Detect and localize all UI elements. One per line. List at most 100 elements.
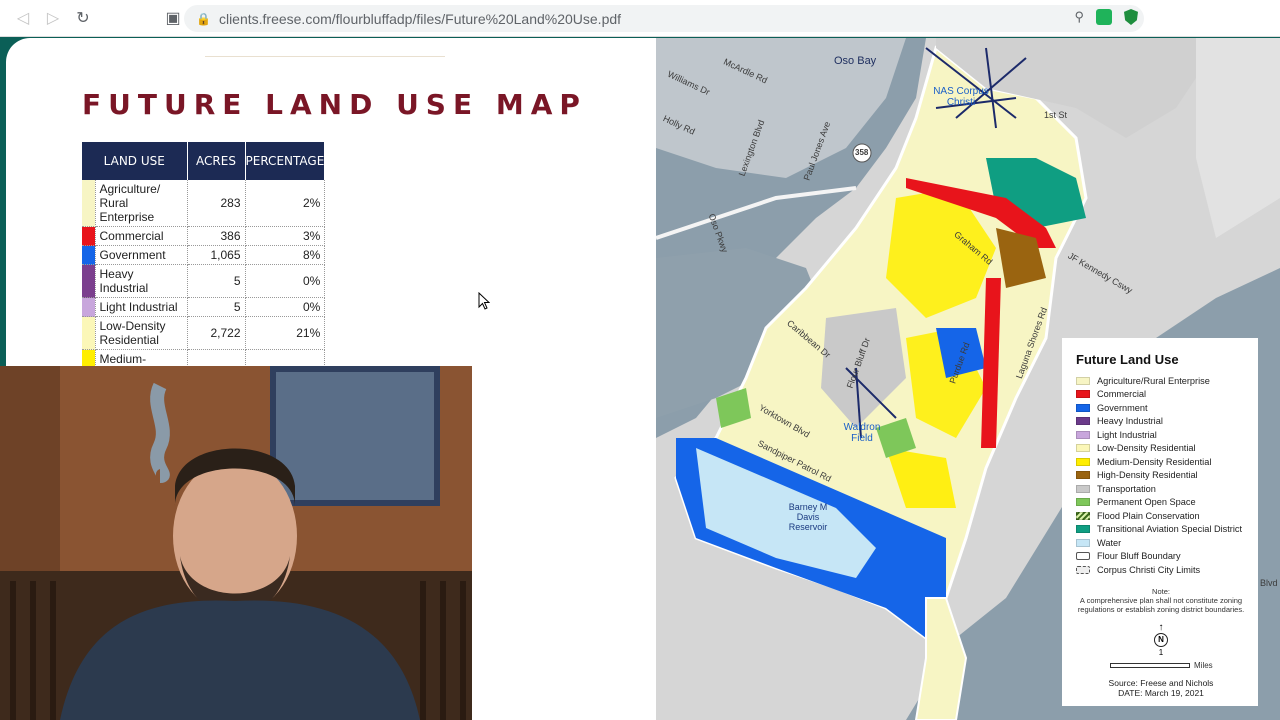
legend-label: Commercial bbox=[1097, 389, 1147, 400]
land-use-acres: 283 bbox=[187, 180, 246, 227]
land-use-name: Low-Density Residential bbox=[95, 316, 188, 350]
north-arrow-icon: ↑ N bbox=[1151, 622, 1171, 647]
north-label: N bbox=[1154, 632, 1168, 647]
land-use-table: LAND USE ACRES PERCENTAGE Agriculture/ R… bbox=[82, 142, 326, 369]
map-label-barney: Barney M Davis Reservoir bbox=[788, 502, 828, 532]
legend-swatch bbox=[1076, 390, 1090, 399]
legend-note: Note: A comprehensive plan shall not con… bbox=[1076, 587, 1246, 614]
legend-swatch bbox=[1076, 565, 1090, 574]
legend-swatch bbox=[1076, 457, 1090, 466]
legend-label: High-Density Residential bbox=[1097, 470, 1198, 481]
scale-bar: Miles bbox=[1110, 661, 1246, 670]
map-label-oso-bay: Oso Bay bbox=[834, 55, 877, 67]
legend-label: Low-Density Residential bbox=[1097, 443, 1196, 454]
map-label-nas: NAS Corpus Christi bbox=[933, 86, 989, 108]
land-use-swatch bbox=[82, 180, 96, 227]
map-legend: Future Land Use Agriculture/Rural Enterp… bbox=[1062, 338, 1258, 706]
legend-swatch bbox=[1076, 511, 1090, 520]
legend-label: Water bbox=[1097, 537, 1122, 548]
legend-item: Flour Bluff Boundary bbox=[1076, 550, 1246, 564]
legend-swatch bbox=[1076, 552, 1090, 561]
legend-swatch bbox=[1076, 471, 1090, 480]
land-use-percentage: 3% bbox=[245, 226, 326, 246]
header-percentage: PERCENTAGE bbox=[245, 142, 326, 180]
forward-arrow-icon[interactable]: ▷ bbox=[38, 3, 68, 33]
zoom-icon[interactable]: ⚲ bbox=[1074, 9, 1084, 25]
land-use-name: Heavy Industrial bbox=[95, 264, 188, 298]
map-label-blvd: Blvd bbox=[1260, 578, 1278, 588]
legend-item: Transitional Aviation Special District bbox=[1076, 523, 1246, 537]
table-row: Heavy Industrial 5 0% bbox=[82, 264, 326, 298]
mouse-cursor-icon bbox=[478, 292, 490, 310]
land-use-acres: 2,722 bbox=[187, 316, 246, 350]
land-use-percentage: 0% bbox=[245, 297, 326, 317]
land-use-swatch bbox=[82, 297, 96, 317]
header-acres: ACRES bbox=[187, 142, 246, 180]
address-bar[interactable]: 🔒 clients.freese.com/flourbluffadp/files… bbox=[184, 5, 1144, 32]
land-use-swatch bbox=[82, 226, 96, 246]
legend-source: Source: Freese and Nichols DATE: March 1… bbox=[1076, 678, 1246, 698]
legend-label: Corpus Christi City Limits bbox=[1097, 564, 1201, 575]
legend-item: Low-Density Residential bbox=[1076, 442, 1246, 456]
land-use-swatch bbox=[82, 245, 96, 265]
table-row: Low-Density Residential 2,722 21% bbox=[82, 316, 326, 350]
legend-label: Medium-Density Residential bbox=[1097, 456, 1212, 467]
legend-item: Corpus Christi City Limits bbox=[1076, 563, 1246, 577]
land-use-percentage: 8% bbox=[245, 245, 326, 265]
legend-item: High-Density Residential bbox=[1076, 469, 1246, 483]
legend-item: Government bbox=[1076, 401, 1246, 415]
scale-value: 1 bbox=[1158, 647, 1164, 657]
legend-label: Government bbox=[1097, 402, 1148, 413]
webcam-overlay bbox=[0, 366, 472, 720]
legend-label: Heavy Industrial bbox=[1097, 416, 1163, 427]
url-text[interactable]: clients.freese.com/flourbluffadp/files/F… bbox=[219, 11, 621, 27]
land-use-name: Commercial bbox=[95, 226, 188, 246]
land-use-acres: 5 bbox=[187, 264, 246, 298]
legend-label: Transitional Aviation Special District bbox=[1097, 524, 1243, 535]
legend-swatch bbox=[1076, 525, 1090, 534]
land-use-swatch bbox=[82, 316, 96, 350]
legend-note-text: A comprehensive plan shall not constitut… bbox=[1077, 595, 1245, 614]
legend-item: Heavy Industrial bbox=[1076, 415, 1246, 429]
table-row: Commercial 386 3% bbox=[82, 226, 326, 246]
legend-label: Agriculture/Rural Enterprise bbox=[1097, 375, 1210, 386]
shield-extension-icon[interactable] bbox=[1124, 9, 1138, 25]
legend-item: Transportation bbox=[1076, 482, 1246, 496]
date-text: DATE: March 19, 2021 bbox=[1118, 687, 1204, 698]
map-label-358: 358 bbox=[855, 148, 869, 157]
legend-item: Water bbox=[1076, 536, 1246, 550]
map-label-waldron: Waldron Field bbox=[843, 422, 881, 444]
extension-icon[interactable] bbox=[1096, 9, 1112, 25]
legend-label: Flood Plain Conservation bbox=[1097, 510, 1200, 521]
legend-swatch bbox=[1076, 444, 1090, 453]
map-label-first-st: 1st St bbox=[1044, 110, 1068, 120]
legend-swatch bbox=[1076, 430, 1090, 439]
title-rule bbox=[205, 56, 445, 57]
browser-toolbar: ◁ ▷ ↻ ▣ 🔒 clients.freese.com/flourbluffa… bbox=[0, 0, 1280, 37]
table-row: Government 1,065 8% bbox=[82, 245, 326, 265]
legend-swatch bbox=[1076, 498, 1090, 507]
reload-icon[interactable]: ↻ bbox=[68, 3, 98, 33]
legend-label: Flour Bluff Boundary bbox=[1097, 551, 1181, 562]
legend-note-title: Note: bbox=[1152, 586, 1170, 596]
legend-swatch bbox=[1076, 376, 1090, 385]
legend-swatch bbox=[1076, 484, 1090, 493]
legend-label: Transportation bbox=[1097, 483, 1156, 494]
land-use-swatch bbox=[82, 264, 96, 298]
land-use-percentage: 21% bbox=[245, 316, 326, 350]
land-use-acres: 1,065 bbox=[187, 245, 246, 265]
back-arrow-icon[interactable]: ◁ bbox=[8, 3, 38, 33]
legend-item: Agriculture/Rural Enterprise bbox=[1076, 374, 1246, 388]
table-row: Agriculture/ Rural Enterprise 283 2% bbox=[82, 180, 326, 227]
land-use-name: Light Industrial bbox=[95, 297, 188, 317]
legend-swatch bbox=[1076, 538, 1090, 547]
table-row: Light Industrial 5 0% bbox=[82, 297, 326, 317]
legend-title: Future Land Use bbox=[1076, 352, 1179, 367]
legend-item: Flood Plain Conservation bbox=[1076, 509, 1246, 523]
lock-icon: 🔒 bbox=[196, 11, 211, 26]
scale-bar-graphic bbox=[1110, 662, 1190, 668]
land-use-acres: 5 bbox=[187, 297, 246, 317]
legend-swatch bbox=[1076, 417, 1090, 426]
page-title: FUTURE LAND USE MAP bbox=[82, 88, 587, 121]
legend-item: Medium-Density Residential bbox=[1076, 455, 1246, 469]
